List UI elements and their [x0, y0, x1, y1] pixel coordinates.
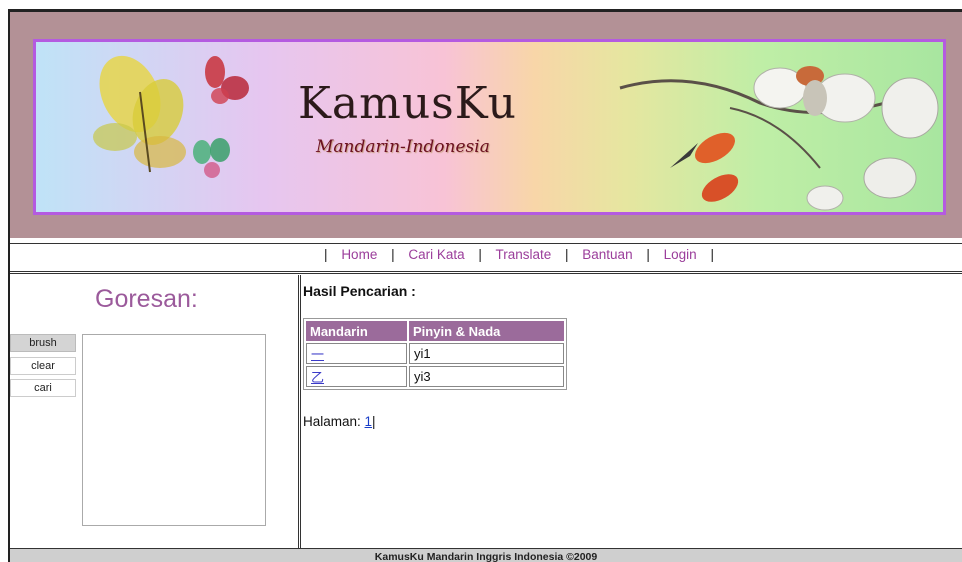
- site-logo-title: KamusKu: [298, 78, 517, 129]
- results-table: Mandarin Pinyin & Nada 一 yi1 乙 yi3: [303, 318, 567, 390]
- panel-divider: [298, 275, 299, 548]
- drawing-canvas[interactable]: [82, 334, 266, 526]
- nav-item-home[interactable]: Home: [341, 247, 377, 262]
- pinyin-cell: yi1: [409, 343, 564, 364]
- butterflies-illustration: [93, 55, 249, 178]
- green-butterfly: [193, 138, 230, 178]
- pagination-label: Halaman:: [303, 414, 365, 429]
- page: KamusKu Mandarin-Indonesia | Home | Cari…: [0, 0, 962, 562]
- nav-divider-bottom-2: [10, 273, 962, 274]
- footer: KamusKu Mandarin Inggris Indonesia ©2009: [10, 548, 962, 562]
- mandarin-character-link[interactable]: 乙: [311, 371, 324, 386]
- nav-item-cari-kata[interactable]: Cari Kata: [408, 247, 464, 262]
- page-link-1[interactable]: 1: [365, 414, 373, 429]
- pinyin-cell: yi3: [409, 366, 564, 387]
- yellow-butterfly: [93, 55, 186, 173]
- main-nav: | Home | Cari Kata | Translate | Bantuan…: [324, 247, 714, 262]
- search-results-title: Hasil Pencarian :: [303, 283, 416, 299]
- brush-button[interactable]: brush: [10, 334, 76, 352]
- nav-divider-top: [10, 243, 962, 244]
- nav-item-bantuan[interactable]: Bantuan: [582, 247, 632, 262]
- panel-divider-2: [300, 275, 301, 548]
- pagination-separator: |: [372, 414, 376, 429]
- column-header-mandarin: Mandarin: [306, 321, 407, 341]
- nav-item-translate[interactable]: Translate: [495, 247, 551, 262]
- magnolia-flowers: [753, 67, 939, 211]
- stroke-panel-title: Goresan:: [95, 285, 198, 313]
- clear-button[interactable]: clear: [10, 357, 76, 375]
- red-butterfly: [205, 56, 249, 104]
- nav-divider-bottom: [10, 271, 962, 272]
- mandarin-cell: 乙: [306, 366, 407, 387]
- pagination: Halaman: 1|: [303, 414, 376, 429]
- birds-magnolia-illustration: [619, 66, 939, 211]
- nav-item-login[interactable]: Login: [664, 247, 697, 262]
- search-button[interactable]: cari: [10, 379, 76, 397]
- site-logo-subtitle: Mandarin-Indonesia: [316, 137, 490, 157]
- table-row: 乙 yi3: [306, 366, 564, 387]
- mandarin-character-link[interactable]: 一: [311, 348, 324, 363]
- results-table-header: Mandarin Pinyin & Nada: [306, 321, 564, 341]
- table-row: 一 yi1: [306, 343, 564, 364]
- mandarin-cell: 一: [306, 343, 407, 364]
- column-header-pinyin: Pinyin & Nada: [409, 321, 564, 341]
